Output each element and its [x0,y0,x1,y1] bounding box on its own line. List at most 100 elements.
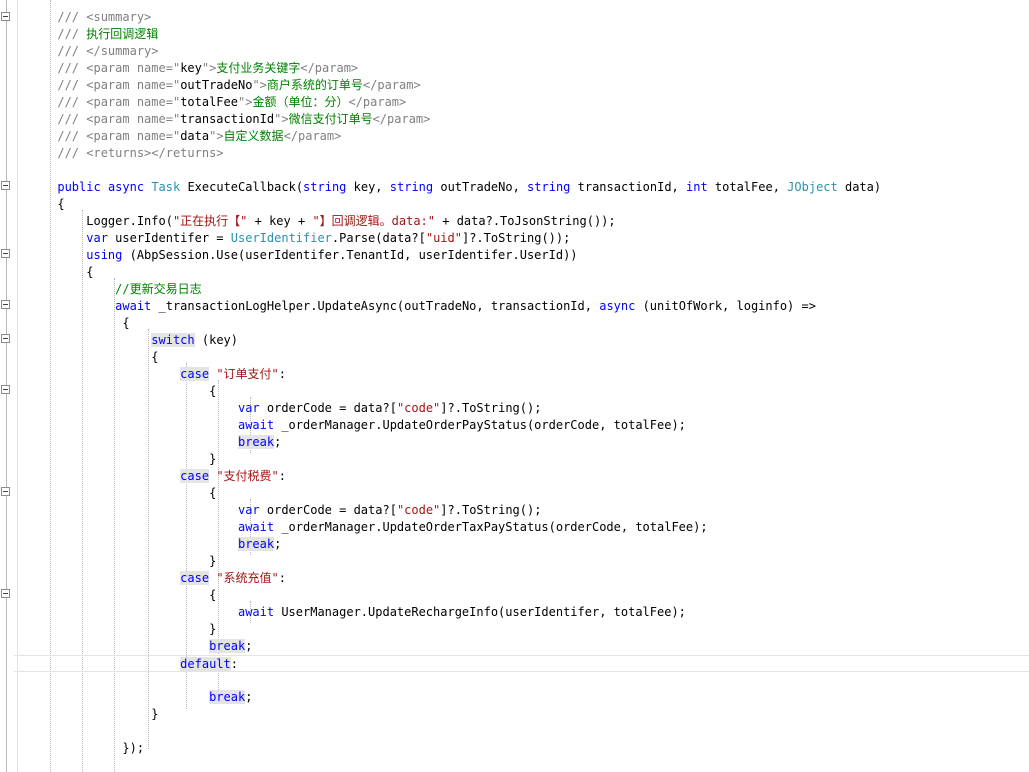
code-line[interactable]: { [14,315,1029,332]
code-token: await [237,605,275,619]
code-line[interactable]: Logger.Info("正在执行【" + key + "】回调逻辑。data:… [14,213,1029,230]
code-line[interactable]: var orderCode = data?["code"]?.ToString(… [14,400,1029,417]
code-line[interactable]: /// </summary> [14,43,1029,60]
code-line[interactable]: { [14,264,1029,281]
code-line[interactable]: /// <summary> [14,9,1029,26]
code-token: break [237,537,275,551]
code-line[interactable]: default: [14,655,1029,672]
code-line[interactable]: break; [14,638,1029,655]
code-token: var [86,231,108,245]
code-editor[interactable]: /// <summary> /// 执行回调逻辑 /// </summary> … [0,0,1029,772]
code-line[interactable]: /// <param name="outTradeNo">商户系统的订单号</p… [14,77,1029,94]
code-line[interactable]: await _transactionLogHelper.UpdateAsync(… [14,298,1029,315]
code-token: "】回调逻辑。data:" [312,214,436,228]
code-line[interactable]: case "系统充值": [14,570,1029,587]
code-token: public [57,180,101,194]
code-line[interactable]: { [14,485,1029,502]
code-line[interactable]: //更新交易日志 [14,281,1029,298]
code-token: //更新交易日志 [115,282,202,296]
code-token: </param> [372,112,431,126]
code-line[interactable]: /// <param name="key">支付业务关键字</param> [14,60,1029,77]
code-token: "订单支付" [216,367,279,381]
code-token: "code" [396,503,441,517]
code-token: Task [151,180,181,194]
code-token: } [209,554,217,568]
code-line[interactable]: using (AbpSession.Use(userIdentifer.Tena… [14,247,1029,264]
code-token: Logger.Info( [86,214,173,228]
code-token: /// <param name=" [57,129,181,143]
code-line[interactable]: await _orderManager.UpdateOrderPayStatus… [14,417,1029,434]
code-token: ]?.ToString()); [461,231,571,245]
code-token: 支付业务关键字 [216,61,301,75]
code-token: data [180,129,210,143]
code-token: JObject [787,180,838,194]
code-token: { [122,316,130,330]
code-line[interactable]: case "订单支付": [14,366,1029,383]
code-line[interactable]: switch (key) [14,332,1029,349]
code-line[interactable]: { [14,196,1029,213]
code-token: ; [245,639,253,653]
code-token: ; [245,690,253,704]
code-line[interactable]: break; [14,689,1029,706]
code-line[interactable]: var orderCode = data?["code"]?.ToString(… [14,502,1029,519]
code-token: outTradeNo, [433,180,528,194]
code-token: (unitOfWork, loginfo) => [635,299,816,313]
code-line[interactable]: case "支付税费": [14,468,1029,485]
code-token: break [209,639,246,653]
code-line[interactable]: var userIdentifer = UserIdentifier.Parse… [14,230,1029,247]
code-line[interactable]: await UserManager.UpdateRechargeInfo(use… [14,604,1029,621]
code-token: 微信支付订单号 [288,112,373,126]
code-line[interactable]: }); [14,740,1029,757]
code-line[interactable]: } [14,451,1029,468]
code-token: /// <param name=" [57,61,181,75]
code-line[interactable] [14,162,1029,179]
code-token: await [115,299,152,313]
code-line[interactable]: public async Task ExecuteCallback(string… [14,179,1029,196]
code-token: int [686,180,708,194]
code-line[interactable]: break; [14,434,1029,451]
code-line[interactable]: break; [14,536,1029,553]
code-line[interactable]: /// 执行回调逻辑 [14,26,1029,43]
code-line[interactable]: } [14,553,1029,570]
code-line[interactable]: { [14,349,1029,366]
code-token: transactionId, [570,180,686,194]
code-token: 执行回调逻辑 [86,27,159,41]
code-line[interactable] [14,672,1029,689]
code-line[interactable]: await _orderManager.UpdateOrderTaxPaySta… [14,519,1029,536]
code-line[interactable]: { [14,383,1029,400]
code-token: "系统充值" [216,571,279,585]
code-token: totalFee [180,95,238,109]
code-token: transactionId [180,112,275,126]
code-token: </param> [348,95,407,109]
code-line[interactable]: } [14,621,1029,638]
code-token: outTradeNo [180,78,253,92]
code-line[interactable]: /// <returns></returns> [14,145,1029,162]
code-token: } [209,622,217,636]
code-token: break [209,690,246,704]
code-token: switch [151,333,195,347]
code-token: { [209,486,217,500]
code-token: _orderManager.UpdateOrderTaxPayStatus(or… [274,520,708,534]
code-token: (key) [194,333,238,347]
code-line[interactable]: { [14,587,1029,604]
code-line[interactable]: /// <param name="data">自定义数据</param> [14,128,1029,145]
code-line[interactable] [14,723,1029,740]
code-line[interactable]: /// <param name="transactionId">微信支付订单号<… [14,111,1029,128]
code-token: : [278,469,286,483]
code-line[interactable]: } [14,706,1029,723]
code-token: "支付税费" [216,469,279,483]
code-line[interactable]: /// <param name="totalFee">金额（单位：分）</par… [14,94,1029,111]
